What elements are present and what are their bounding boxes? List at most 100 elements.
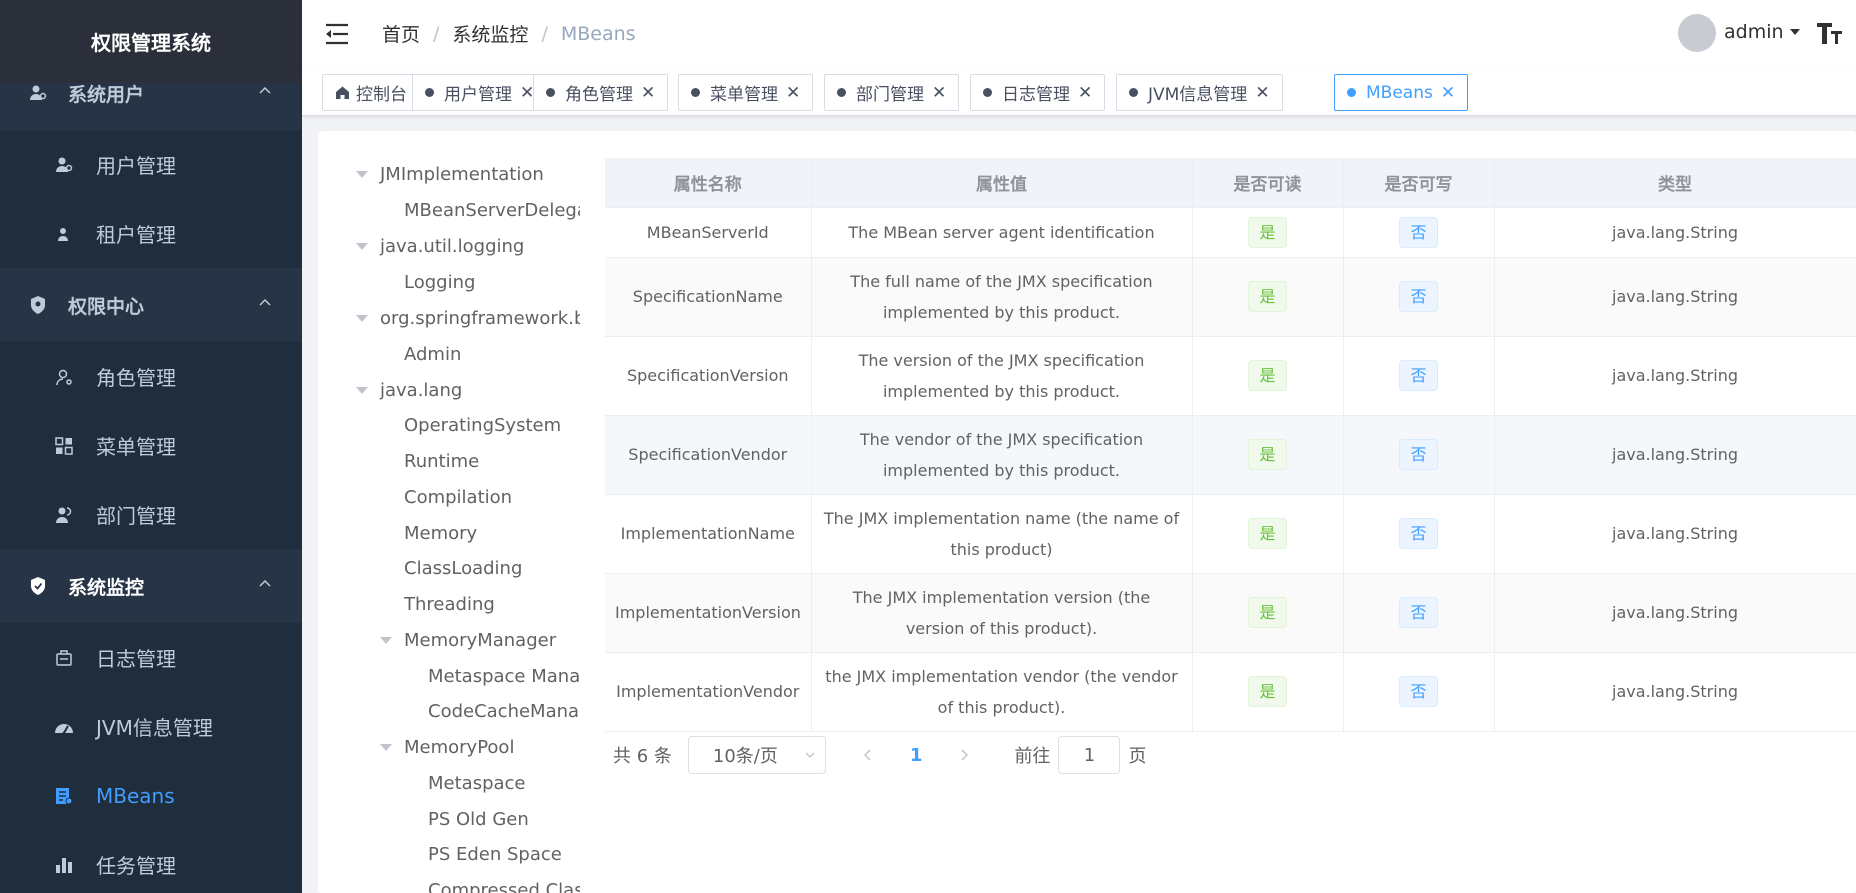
caret-down-icon[interactable] [356, 314, 368, 322]
avatar[interactable] [1678, 14, 1716, 52]
tree-node[interactable]: Compilation [404, 480, 512, 514]
tree-node[interactable]: Admin [404, 337, 461, 371]
close-icon[interactable]: ✕ [641, 83, 655, 103]
breadcrumb-current: MBeans [560, 22, 636, 45]
tag-dashboard[interactable]: 控制台 [322, 74, 420, 111]
tree-node[interactable]: PS Eden Space [428, 837, 562, 871]
tag-mbeans[interactable]: MBeans ✕ [1334, 74, 1469, 111]
cell-type: java.lang.String [1494, 415, 1856, 495]
sidebar-item-user-management[interactable]: 用户管理 [0, 130, 302, 199]
user-dropdown[interactable]: admin [1724, 21, 1800, 43]
table-row: SpecificationVersion The version of the … [605, 336, 1856, 416]
sidebar-item-log-management[interactable]: 日志管理 [0, 623, 302, 692]
tag-role-management[interactable]: 角色管理 ✕ [533, 74, 669, 111]
breadcrumb-home[interactable]: 首页 [382, 20, 420, 47]
sidebar-item-role-management[interactable]: 角色管理 [0, 342, 302, 411]
user-name: admin [1724, 21, 1784, 43]
tag-label: JVM信息管理 [1148, 85, 1248, 105]
tree-node-label: Memory [404, 522, 478, 544]
cell-value: The MBean server agent identification [811, 207, 1193, 258]
tag-user-management[interactable]: 用户管理 ✕ [412, 74, 548, 111]
sidebar-item-label: 日志管理 [96, 647, 176, 671]
cell-value: The vendor of the JMX specification impl… [811, 415, 1193, 495]
tag-dot [425, 88, 434, 97]
cell-writable: 否 [1343, 494, 1495, 574]
chevron-left-icon [863, 749, 871, 761]
tag-label: 部门管理 [856, 85, 924, 105]
caret-down-icon [1789, 29, 1800, 35]
tag-jvm-info[interactable]: JVM信息管理 ✕ [1116, 74, 1283, 111]
tree-node[interactable]: ClassLoading [404, 551, 522, 585]
tag-label: 控制台 [356, 85, 407, 105]
bar-chart-icon [54, 855, 74, 875]
sidebar-item-department-management[interactable]: 部门管理 [0, 480, 302, 549]
prev-page-button[interactable] [848, 736, 888, 774]
goto-page-input[interactable] [1058, 736, 1121, 774]
tree-node[interactable]: OperatingSystem [404, 408, 561, 442]
sidebar-item-label: 菜单管理 [96, 435, 176, 459]
cell-value: the JMX implementation vendor (the vendo… [811, 652, 1193, 732]
sidebar-group-system-monitor[interactable]: 系统监控 [0, 549, 302, 623]
tag-label: 角色管理 [565, 85, 633, 105]
cell-type: java.lang.String [1494, 573, 1856, 653]
tree-node[interactable]: Memory [404, 516, 477, 550]
tree-node[interactable]: JMImplementation [356, 157, 544, 191]
tree-node[interactable]: Runtime [404, 444, 479, 478]
close-icon[interactable]: ✕ [786, 83, 800, 103]
tree-node[interactable]: Metaspace Manager [428, 659, 580, 693]
caret-down-icon[interactable] [356, 386, 368, 394]
sidebar-group-permission-center[interactable]: 权限中心 [0, 268, 302, 342]
close-icon[interactable]: ✕ [1441, 83, 1455, 103]
page-size-select[interactable]: 10条/页 [687, 736, 826, 774]
close-icon[interactable]: ✕ [1255, 83, 1269, 103]
sidebar-item-tenant-management[interactable]: 租户管理 [0, 199, 302, 268]
tree-node-label: Logging [404, 271, 476, 293]
breadcrumb: 首页 / 系统监控 / MBeans [382, 20, 636, 47]
caret-down-icon[interactable] [380, 743, 392, 751]
tag-dot [1129, 88, 1138, 97]
user-gear-icon [54, 155, 74, 175]
font-size-icon[interactable] [1814, 18, 1844, 48]
sidebar-item-menu-management[interactable]: 菜单管理 [0, 411, 302, 480]
tree-node[interactable]: java.lang [356, 373, 462, 407]
tree-node[interactable]: MBeanServerDelegate [404, 193, 580, 227]
caret-down-icon[interactable] [356, 170, 368, 178]
tag-menu-management[interactable]: 菜单管理 ✕ [678, 74, 814, 111]
menu-grid-icon [54, 436, 74, 456]
breadcrumb-system-monitor[interactable]: 系统监控 [452, 20, 528, 47]
hamburger-icon[interactable] [324, 21, 350, 47]
page-number-current[interactable]: 1 [910, 745, 923, 766]
sidebar-item-mbeans[interactable]: MBeans [0, 761, 302, 830]
tree-node-label: MBeanServerDelegate [404, 199, 580, 221]
tree-node[interactable]: Compressed Class Space [428, 873, 580, 893]
tree-node[interactable]: CodeCacheManager [428, 694, 580, 728]
tree-node[interactable]: Threading [404, 587, 495, 621]
tree-node[interactable]: PS Old Gen [428, 802, 529, 836]
tree-node[interactable]: java.util.logging [356, 229, 524, 263]
tag-department-management[interactable]: 部门管理 ✕ [824, 74, 960, 111]
dashboard-icon [54, 717, 74, 737]
sidebar-group-label: 系统监控 [68, 576, 145, 599]
tree-node-label: OperatingSystem [404, 414, 562, 436]
tree-node[interactable]: MemoryPool [380, 730, 514, 764]
cell-readable: 是 [1192, 573, 1344, 653]
tree-node[interactable]: MemoryManager [380, 623, 556, 657]
tag-log-management[interactable]: 日志管理 ✕ [970, 74, 1106, 111]
sidebar-item-jvm-info[interactable]: JVM信息管理 [0, 692, 302, 761]
readable-tag: 是 [1248, 439, 1287, 470]
sidebar: 系统用户 用户管理 租户管理 权限中心 角色管理 菜单管理 部门管理 系统监控 … [0, 0, 302, 893]
tree-node[interactable]: Metaspace [428, 766, 526, 800]
monitor-shield-icon [28, 576, 48, 596]
tree-node[interactable]: org.springframework.boot [356, 301, 580, 335]
close-icon[interactable]: ✕ [932, 83, 946, 103]
next-page-button[interactable] [944, 736, 984, 774]
caret-down-icon[interactable] [356, 242, 368, 250]
writable-tag: 否 [1399, 281, 1438, 312]
user-gear-icon [28, 83, 48, 103]
close-icon[interactable]: ✕ [1078, 83, 1092, 103]
table-header-row: 属性名称 属性值 是否可读 是否可写 类型 [605, 158, 1856, 208]
sidebar-item-task-management[interactable]: 任务管理 [0, 830, 302, 893]
cell-type: java.lang.String [1494, 336, 1856, 416]
caret-down-icon[interactable] [380, 636, 392, 644]
tree-node[interactable]: Logging [404, 265, 475, 299]
